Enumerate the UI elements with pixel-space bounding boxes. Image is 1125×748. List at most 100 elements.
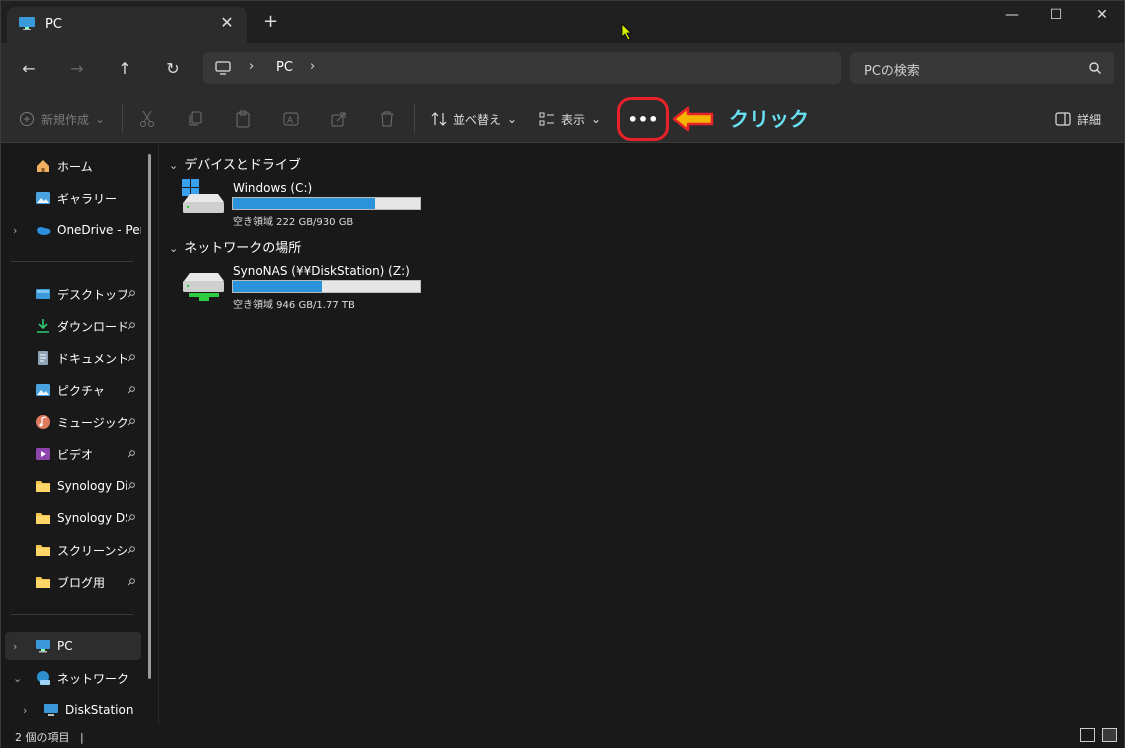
sidebar-item-label: ドキュメント [57,351,127,366]
back-button[interactable]: ← [17,57,41,81]
copy-icon[interactable] [187,109,203,129]
forward-button[interactable]: → [65,57,89,81]
sidebar-scrollbar[interactable] [148,154,151,679]
sidebar-item-label: ピクチャ [57,383,105,398]
up-button[interactable]: ↑ [113,57,137,81]
sidebar-item-diskstation[interactable]: › DiskStation [1,696,146,724]
folder-icon [36,577,50,588]
plus-circle-icon [20,112,34,126]
sidebar-item-pc[interactable]: › PC [5,632,141,660]
videos-icon [36,448,50,460]
paste-icon[interactable] [235,109,251,129]
see-more-button[interactable]: ••• [617,97,669,141]
chevron-right-icon[interactable]: › [13,224,17,237]
documents-icon [38,351,48,365]
sidebar-item-onedrive[interactable]: › OneDrive - Personal [1,216,146,244]
chevron-down-icon: ⌄ [591,112,602,126]
chevron-right-icon[interactable]: › [13,640,17,653]
sidebar-item-label: DiskStation [65,703,134,717]
pc-icon [19,17,35,30]
delete-icon[interactable] [379,109,395,129]
tiles-view-icon[interactable] [1102,728,1117,742]
sidebar-item-label: ミュージック [57,415,127,430]
status-bar: 2 個の項目 | [1,724,1124,748]
breadcrumb-chevron-icon[interactable]: › [249,59,254,74]
drive-usage-fill [233,198,376,209]
sidebar-item-label: スクリーンショット [57,543,127,558]
details-view-icon[interactable] [1080,728,1095,742]
folder-icon [36,513,50,524]
view-icon [539,112,554,126]
drive-item-z[interactable]: SynoNAS (¥¥DiskStation) (Z:) 空き領域 946 GB… [181,264,441,324]
drive-usage-bar [232,280,421,293]
title-bar: PC ✕ + — ☐ ✕ [1,1,1124,43]
pictures-icon [36,384,50,396]
file-explorer-window: PC ✕ + — ☐ ✕ ← → ↑ ↻ › PC › PCの検索 新規作成 ⌄ [0,0,1125,748]
sidebar-item-label: ネットワーク [57,671,130,686]
refresh-button[interactable]: ↻ [161,57,185,81]
sidebar-item-pinned[interactable]: スクリーンショット⚲ [1,536,146,564]
sidebar-item-pinned[interactable]: デスクトップ ⚲ [1,280,146,308]
chevron-down-icon[interactable]: ⌄ [13,672,22,685]
toolbar-divider [122,103,123,133]
sidebar-item-pinned[interactable]: ピクチャ ⚲ [1,376,146,404]
sort-button[interactable]: 並べ替え ⌄ [431,109,517,129]
annotation-label: クリック [729,107,809,131]
sidebar-item-label: ビデオ [57,447,94,462]
sidebar-item-pinned[interactable]: ダウンロード ⚲ [1,312,146,340]
sidebar-item-network[interactable]: ⌄ ネットワーク [1,664,146,692]
details-button[interactable]: 詳細 [1055,109,1101,129]
sidebar-item-label: ギャラリー [57,191,118,206]
drive-name: SynoNAS (¥¥DiskStation) (Z:) [233,264,410,278]
sidebar-item-pinned[interactable]: Synology Dis ⚲ [1,472,146,500]
toolbar-divider [414,103,415,133]
chevron-down-icon: ⌄ [95,112,106,126]
new-tab-button[interactable]: + [263,13,278,31]
rename-icon[interactable]: A [283,109,299,129]
minimize-button[interactable]: — [989,7,1035,27]
mouse-cursor-icon [621,23,632,41]
sidebar-item-gallery[interactable]: ギャラリー [1,184,146,212]
sidebar-item-home[interactable]: ホーム [1,152,146,180]
breadcrumb-chevron-icon[interactable]: › [310,59,315,74]
chevron-right-icon[interactable]: › [23,704,27,717]
breadcrumb-pc[interactable]: PC [276,60,293,75]
sidebar-item-label: Synology DS [57,511,127,525]
sidebar-item-label: ホーム [57,159,93,174]
group-header-devices[interactable]: ⌄ デバイスとドライブ [169,154,301,173]
chevron-down-icon: ⌄ [169,159,179,172]
tab-pc[interactable]: PC ✕ [7,7,247,43]
drive-item-c[interactable]: Windows (C:) 空き領域 222 GB/930 GB [181,179,441,241]
computer-icon [44,704,58,716]
close-window-button[interactable]: ✕ [1079,7,1125,27]
sidebar-item-pinned[interactable]: ビデオ ⚲ [1,440,146,468]
sidebar-item-pinned[interactable]: ドキュメント ⚲ [1,344,146,372]
drive-free-space: 空き領域 946 GB/1.77 TB [233,300,355,311]
view-button[interactable]: 表示 ⌄ [539,109,601,129]
sidebar-item-label: Synology Dis [57,479,127,493]
address-bar[interactable]: › PC › [203,52,841,84]
group-title: デバイスとドライブ [184,158,301,173]
sidebar-item-pinned[interactable]: Synology DS ⚲ [1,504,146,532]
navigation-bar: ← → ↑ ↻ › PC › PCの検索 [1,43,1124,95]
group-header-network[interactable]: ⌄ ネットワークの場所 [169,237,301,256]
network-drive-icon [183,273,224,301]
sidebar-item-pinned[interactable]: ブログ用 ⚲ [1,568,146,596]
search-input[interactable]: PCの検索 [850,52,1114,84]
sidebar-item-pinned[interactable]: ミュージック ⚲ [1,408,146,436]
windows-drive-icon [182,179,224,213]
share-icon[interactable] [331,109,347,129]
new-button[interactable]: 新規作成 ⌄ [19,109,105,129]
desktop-icon [36,289,50,299]
chevron-down-icon: ⌄ [169,242,179,255]
tab-close-icon[interactable]: ✕ [217,13,237,32]
details-pane-icon [1055,112,1071,126]
search-icon [1089,62,1101,74]
folder-icon [36,545,50,556]
content-area: ⌄ デバイスとドライブ Windows (C:) 空き領域 222 GB/930 … [161,144,1124,724]
sidebar-item-label: ブログ用 [57,575,106,590]
sidebar-item-label: デスクトップ [57,287,127,302]
maximize-button[interactable]: ☐ [1033,7,1079,27]
svg-text:A: A [287,116,294,126]
cut-icon[interactable] [139,109,155,129]
